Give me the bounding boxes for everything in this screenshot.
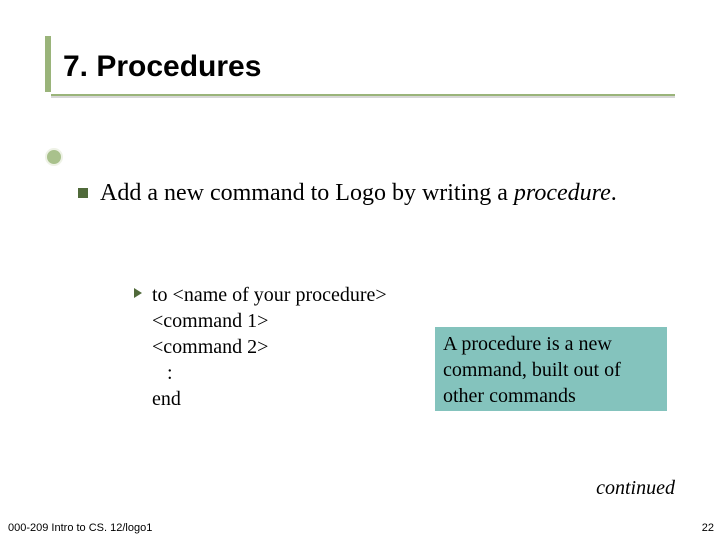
code-line-2: <command 1>	[152, 310, 268, 332]
title-block: 7. Procedures	[45, 30, 675, 86]
decoration-dot	[45, 148, 63, 166]
page-number: 22	[702, 522, 714, 534]
code-line-1: to <name of your procedure>	[152, 284, 387, 306]
title-underline	[51, 94, 675, 96]
continued-label: continued	[596, 477, 675, 500]
body-content: Add a new command to Logo by writing a p…	[100, 178, 665, 209]
bullet-level1: Add a new command to Logo by writing a p…	[100, 178, 665, 209]
arrow-bullet-icon	[134, 288, 142, 298]
bullet-text-c: .	[611, 180, 617, 206]
code-line-5: end	[152, 388, 181, 410]
code-line-3: <command 2>	[152, 336, 268, 358]
bullet-text-italic: procedure	[514, 180, 611, 206]
footer-text: 000-209 Intro to CS. 12/logo1	[8, 522, 152, 534]
title-accent-bar	[45, 36, 51, 92]
code-block: to <name of your procedure> <command 1> …	[152, 282, 387, 412]
bullet-level2: to <name of your procedure> <command 1> …	[152, 282, 387, 412]
slide: 7. Procedures Add a new command to Logo …	[0, 0, 720, 540]
callout-box: A procedure is a new command, built out …	[435, 327, 667, 411]
slide-title: 7. Procedures	[51, 50, 261, 86]
bullet-text-a: Add a new command to Logo by writing a	[100, 180, 514, 206]
code-line-4: :	[152, 362, 173, 384]
